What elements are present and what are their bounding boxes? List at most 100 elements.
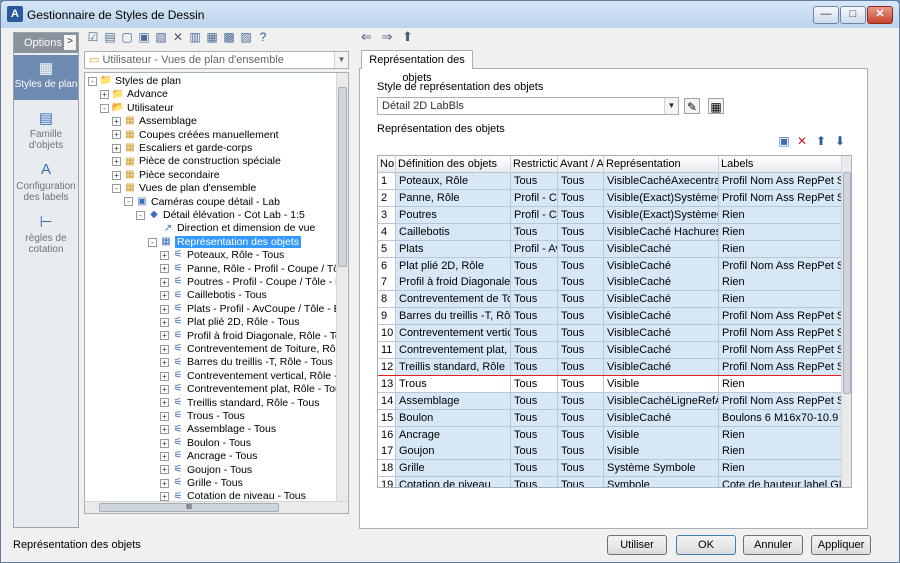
expand-icon[interactable]: + [160,384,169,394]
table-cell[interactable]: 1 [378,173,396,190]
table-cell[interactable]: Visible(Exact)SystèmeCac [604,206,719,224]
table-row[interactable]: 13 Trous Tous Tous Visible Rien [378,374,844,394]
table-row[interactable]: 16 Ancrage Tous Tous Visible Rien [378,426,843,444]
table-cell[interactable]: Profil - Av [511,240,558,258]
table-cell[interactable]: Tous [558,240,604,258]
table-row[interactable]: 5 Plats Profil - Av Tous VisibleCaché Rien [378,240,843,258]
table-cell[interactable]: Tous [558,189,604,207]
tree-node[interactable]: + ⚟ Contreventement de Toiture, Rôle [160,343,344,356]
table-cell[interactable]: 6 [378,257,396,275]
table-cell[interactable]: Tous [511,392,558,410]
tree-node[interactable]: + ⚟ Plats - Profil - AvCoupe / Tôle - Ép [160,303,347,316]
copy-style-icon[interactable]: ▢ [119,29,135,45]
table-cell[interactable]: 18 [378,460,396,478]
expand-icon[interactable]: + [160,331,169,341]
nav-regles-cotation[interactable]: ⊢ règles de cotation [14,209,78,257]
tree-node[interactable]: + ▦ Assemblage [112,115,197,128]
expand-icon[interactable]: + [160,451,169,461]
table-row[interactable]: 7Profil à froid Diagonale, RTousTousVisi… [378,274,843,292]
nav-styles-de-plan[interactable]: ▦ Styles de plan [14,55,78,100]
tree-node[interactable]: + ▦ Coupes créées manuellement [112,129,279,142]
collapse-icon[interactable]: - [88,76,97,86]
table-cell[interactable]: VisibleCachéLigneRefAxe [604,392,719,410]
table-cell[interactable]: Contreventement plat, Rô [396,342,511,359]
edit-style-icon[interactable]: ✎ [684,98,700,114]
tree-vscroll-thumb[interactable] [338,87,347,267]
table-cell[interactable]: Profil Nom Ass RepPet S30 [719,325,842,343]
expand-icon[interactable]: + [160,465,169,475]
expand-icon[interactable]: + [160,371,169,381]
table-row[interactable]: 4 Caillebotis Tous Tous VisibleCaché Hachure… [378,223,843,241]
table-cell[interactable]: Rien [719,375,842,393]
table-row[interactable]: 17 Goujon Tous Tous Visible Rien [378,443,843,461]
tree-node[interactable]: ↗ Direction et dimension de vue [148,222,316,235]
table-row[interactable]: 9 Barres du treillis -T, Rôle Tous Tous Visi… [378,308,843,326]
tree-node[interactable]: + ⚟ Ancrage - Tous [160,450,257,463]
close-button[interactable]: ✕ [867,6,893,24]
table-cell[interactable]: Tous [511,426,558,444]
expand-icon[interactable]: + [160,478,169,488]
table-cell[interactable]: 9 [378,308,396,326]
table-cell[interactable]: Barres du treillis -T, Rôle [396,308,511,326]
expand-icon[interactable]: + [112,130,121,140]
tree-node[interactable]: + ⚟ Plat plié 2D, Rôle - Tous [160,316,299,329]
expand-icon[interactable]: + [160,304,169,314]
check-icon[interactable]: ☑ [85,29,101,45]
table-cell[interactable]: Plat plié 2D, Rôle [396,257,511,275]
table-cell[interactable]: Tous [511,375,558,393]
grid-vertical-scrollbar[interactable] [841,156,851,487]
tree-node[interactable]: + ▦ Pièce secondaire [112,169,220,182]
column-header[interactable]: Avant / A [558,156,604,173]
expand-icon[interactable]: + [112,143,121,153]
new-style-icon[interactable]: ▤ [102,29,118,45]
table-cell[interactable]: 12 [378,358,396,376]
table-cell[interactable]: Profil - Co [511,189,558,207]
table-cell[interactable]: Boulons 6 M16x70-10.9 S30 [719,409,842,427]
expand-icon[interactable]: + [160,438,169,448]
tree-node[interactable]: - ▣ Caméras coupe détail - Lab [124,196,280,209]
tree-node[interactable]: - 📂 Utilisateur [100,102,174,115]
table-row[interactable]: 2Panne, RôleProfil - CoTousVisible(Exact… [378,189,843,207]
style-combo[interactable]: Détail 2D LabBls ▼ [377,97,679,115]
tree-node[interactable]: + ⚟ Caillebotis - Tous [160,289,267,302]
table-cell[interactable]: Caillebotis [396,223,511,241]
expand-icon[interactable]: + [160,411,169,421]
table-cell[interactable]: 5 [378,240,396,258]
tree-node[interactable]: + ▦ Pièce de construction spéciale [112,155,281,168]
expand-icon[interactable]: + [160,250,169,260]
table-cell[interactable]: Grille [396,460,511,478]
table-cell[interactable]: Tous [511,477,558,487]
tree-node[interactable]: + ▦ Escaliers et garde-corps [112,142,252,155]
table-cell[interactable]: Tous [558,308,604,326]
table-cell[interactable]: Rien [719,443,842,461]
table-row[interactable]: 15 Boulon Tous Tous VisibleCaché Boulons 6 M1… [378,409,843,427]
table-cell[interactable]: VisibleCachéAxecentral [604,173,719,190]
table-cell[interactable]: Tous [558,443,604,461]
table-cell[interactable]: Symbole [604,477,719,487]
collapse-icon[interactable]: - [124,197,133,207]
table-cell[interactable]: Tous [558,257,604,275]
style-grid-icon[interactable]: ▦ [708,98,724,114]
back-arrow-icon[interactable]: ⇐ [361,29,372,44]
expand-icon[interactable]: + [160,492,169,502]
representation-grid[interactable]: No Définition des objets Restrictio Avant /… [377,155,852,488]
column-header[interactable]: Définition des objets [396,156,511,173]
table-row[interactable]: 10 Contreventement vertical Tous Tous Visibl… [378,325,843,343]
table-cell[interactable]: VisibleCaché [604,291,719,309]
table-cell[interactable]: Rien [719,240,842,258]
table-row[interactable]: 6 Plat plié 2D, Rôle Tous Tous VisibleCaché P… [378,257,843,275]
tree-node[interactable]: + ⚟ Trous - Tous [160,410,245,423]
tree-node[interactable]: + ⚟ Barres du treillis -T, Rôle - Tous [160,356,333,369]
table-cell[interactable]: Tous [511,342,558,359]
tree-node[interactable]: + ⚟ Poteaux, Rôle - Tous [160,249,284,262]
table-cell[interactable]: Goujon [396,443,511,461]
table-row[interactable]: 11Contreventement plat, RôTousTousVisibl… [378,342,843,359]
expand-icon[interactable]: + [112,116,121,126]
collapse-icon[interactable]: - [100,103,109,113]
tree-node[interactable]: + ⚟ Contreventement vertical, Rôle - Tous [160,370,348,383]
table-cell[interactable]: VisibleCaché HachuresVis [604,223,719,241]
table-cell[interactable]: Tous [558,375,604,393]
table-cell[interactable]: Tous [511,358,558,376]
table-cell[interactable]: Système Symbole [604,460,719,478]
ok-button[interactable]: OK [676,535,736,555]
